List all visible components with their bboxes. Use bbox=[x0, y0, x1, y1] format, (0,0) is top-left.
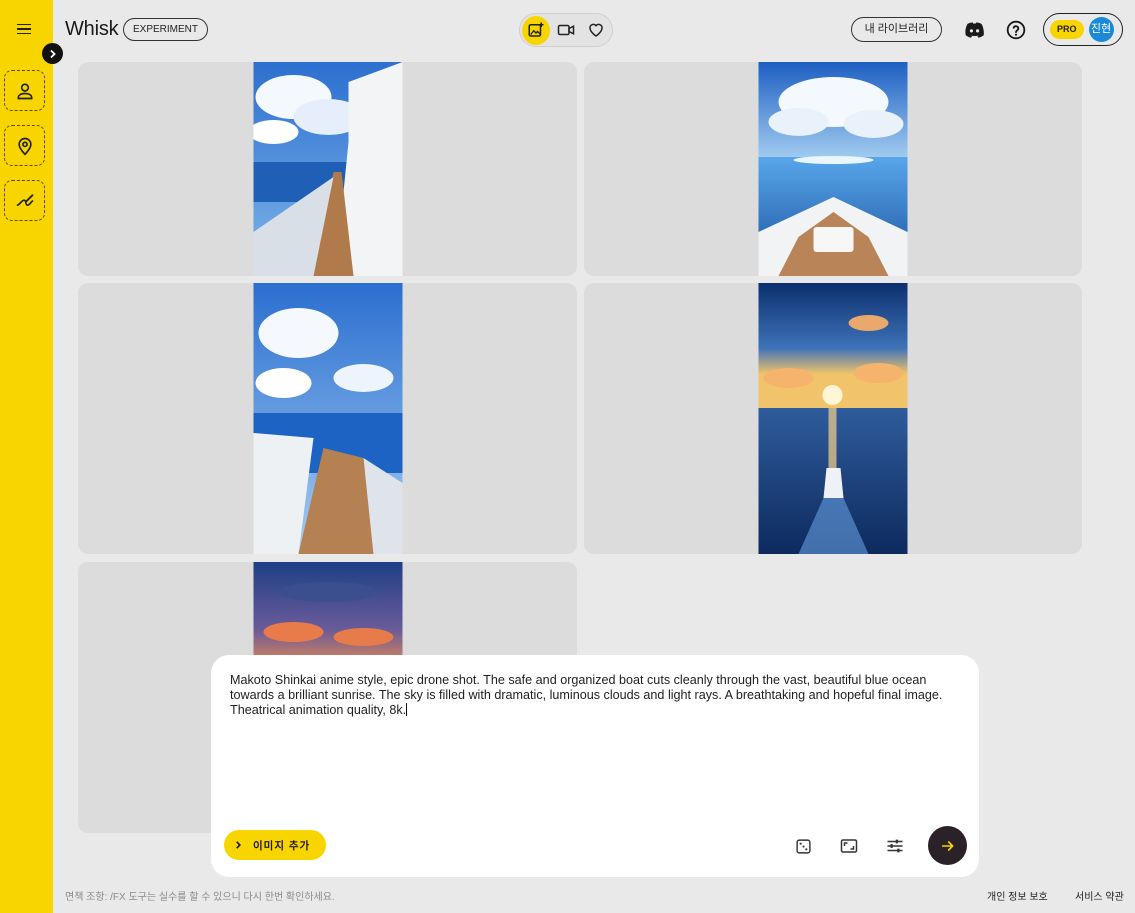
prompt-input[interactable]: Makoto Shinkai anime style, epic drone s… bbox=[230, 673, 960, 718]
image-mode-button[interactable] bbox=[522, 15, 550, 45]
add-image-button[interactable]: 이미지 추가 bbox=[224, 830, 326, 860]
sidebar bbox=[0, 0, 53, 913]
terms-link[interactable]: 서비스 약관 bbox=[1075, 888, 1124, 903]
generated-image-tile[interactable] bbox=[78, 62, 577, 276]
aspect-ratio-icon bbox=[840, 839, 858, 853]
brush-icon bbox=[16, 193, 33, 206]
favorites-button[interactable] bbox=[582, 16, 610, 45]
mode-switcher bbox=[519, 13, 613, 47]
image-add-icon bbox=[528, 22, 544, 37]
add-image-label: 이미지 추가 bbox=[253, 839, 311, 852]
style-tool-button[interactable] bbox=[4, 180, 45, 221]
subject-tool-button[interactable] bbox=[4, 70, 45, 111]
generated-image-tile[interactable] bbox=[584, 283, 1082, 554]
generate-submit-button[interactable] bbox=[928, 826, 967, 865]
randomize-button[interactable] bbox=[792, 835, 814, 857]
heart-icon bbox=[589, 23, 603, 37]
tune-icon bbox=[887, 839, 903, 853]
my-library-button[interactable]: 내 라이브러리 bbox=[851, 17, 942, 42]
help-circle-icon[interactable] bbox=[1005, 19, 1027, 41]
discord-icon[interactable] bbox=[963, 19, 985, 41]
hamburger-menu-icon[interactable] bbox=[12, 18, 36, 40]
video-icon bbox=[557, 24, 575, 36]
scene-tool-button[interactable] bbox=[4, 125, 45, 166]
avatar: 진현 bbox=[1088, 17, 1114, 42]
expand-sidebar-button[interactable] bbox=[42, 43, 63, 64]
chevron-right-icon bbox=[236, 841, 241, 849]
prompt-panel: Makoto Shinkai anime style, epic drone s… bbox=[211, 655, 979, 877]
aspect-ratio-button[interactable] bbox=[838, 835, 860, 857]
generated-image-tile[interactable] bbox=[584, 62, 1082, 276]
video-mode-button[interactable] bbox=[552, 16, 580, 45]
generated-image-tile[interactable] bbox=[78, 283, 577, 554]
arrow-right-icon bbox=[941, 840, 953, 851]
yacht-side-deck-image bbox=[253, 283, 402, 554]
pro-badge: PRO bbox=[1050, 20, 1084, 39]
boat-sunrise-image bbox=[758, 283, 908, 554]
dice-icon bbox=[795, 838, 811, 854]
location-pin-icon bbox=[17, 137, 32, 156]
yacht-deck-image bbox=[253, 62, 402, 276]
prompt-text: Makoto Shinkai anime style, epic drone s… bbox=[230, 673, 943, 717]
privacy-link[interactable]: 개인 정보 보호 bbox=[987, 888, 1048, 903]
user-account-button[interactable]: PRO 진현 bbox=[1043, 13, 1123, 46]
disclaimer-text: 면책 조항: /FX 도구는 실수를 할 수 있으니 다시 한번 확인하세요. bbox=[65, 892, 335, 903]
text-caret bbox=[406, 703, 408, 716]
settings-button[interactable] bbox=[884, 835, 906, 857]
person-icon bbox=[17, 83, 32, 99]
yacht-bow-image bbox=[758, 62, 908, 276]
app-title: Whisk bbox=[65, 18, 119, 40]
chevron-right-icon bbox=[49, 49, 56, 58]
experiment-badge: EXPERIMENT bbox=[123, 18, 209, 41]
